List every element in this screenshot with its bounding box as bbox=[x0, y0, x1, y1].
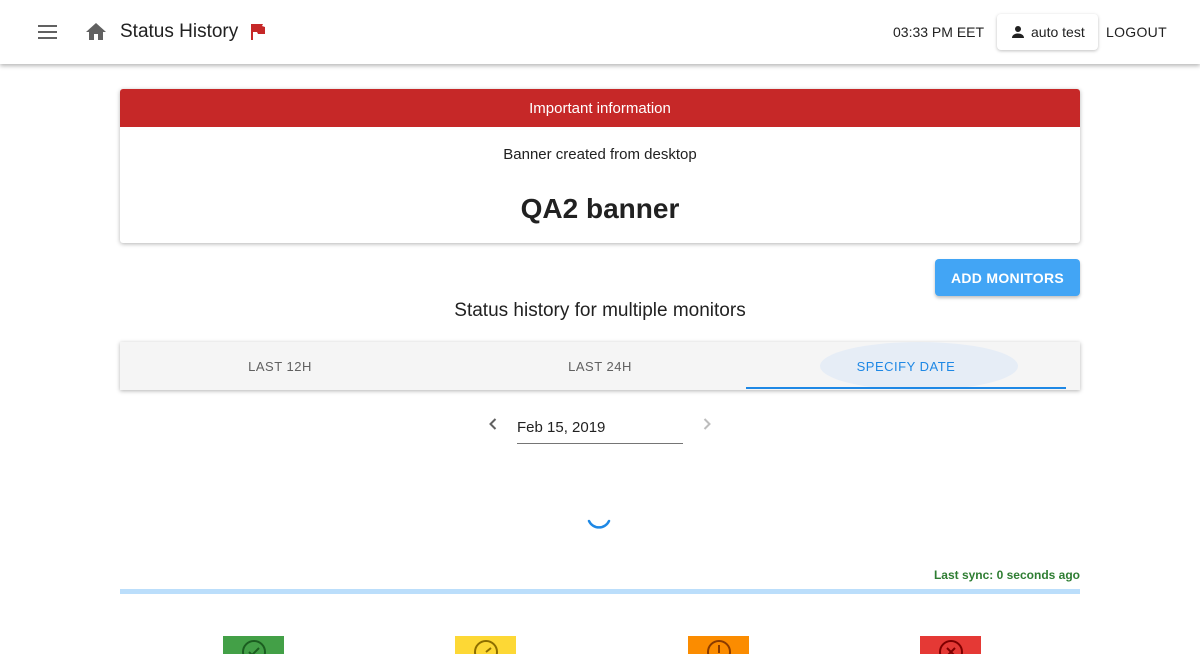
flag-icon[interactable] bbox=[250, 22, 268, 42]
sync-progress-bar bbox=[120, 589, 1080, 594]
status-tile-up[interactable] bbox=[223, 636, 284, 654]
page-title: Status History bbox=[120, 21, 239, 42]
banner-heading: Important information bbox=[120, 89, 1080, 127]
user-name: auto test bbox=[1031, 24, 1085, 40]
status-tile-degraded[interactable] bbox=[455, 636, 516, 654]
close-circle-icon bbox=[939, 640, 963, 654]
person-icon bbox=[1012, 26, 1024, 38]
alert-circle-icon bbox=[707, 640, 731, 654]
loading-spinner-icon bbox=[584, 502, 614, 532]
tab-specify-date[interactable]: SPECIFY DATE bbox=[746, 342, 1066, 390]
banner-message: QA2 banner bbox=[520, 193, 680, 224]
current-time: 03:33 PM EET bbox=[893, 24, 985, 40]
top-app-bar: Status History 03:33 PM EET auto test LO… bbox=[0, 0, 1200, 64]
section-title: Status history for multiple monitors bbox=[454, 300, 746, 321]
check-circle-icon bbox=[242, 640, 266, 654]
add-monitors-button[interactable]: ADD MONITORS bbox=[935, 259, 1080, 296]
tab-last-24h[interactable]: LAST 24H bbox=[440, 342, 760, 390]
logout-button[interactable]: LOGOUT bbox=[1106, 24, 1167, 40]
user-account-button[interactable]: auto test bbox=[997, 14, 1098, 50]
status-tile-warning[interactable] bbox=[688, 636, 749, 654]
info-banner: Important information Banner created fro… bbox=[120, 89, 1080, 243]
status-tile-down[interactable] bbox=[920, 636, 981, 654]
date-input[interactable]: Feb 15, 2019 bbox=[517, 416, 683, 444]
next-date-chevron-right-icon[interactable] bbox=[697, 414, 717, 434]
tab-last-12h[interactable]: LAST 12H bbox=[120, 342, 440, 390]
menu-icon[interactable] bbox=[36, 21, 60, 43]
last-sync-status: Last sync: 0 seconds ago bbox=[933, 568, 1080, 582]
time-range-tabs: LAST 12H LAST 24H SPECIFY DATE bbox=[120, 342, 1080, 390]
banner-subtitle: Banner created from desktop bbox=[503, 146, 697, 163]
active-tab-indicator bbox=[746, 387, 1066, 389]
previous-date-chevron-left-icon[interactable] bbox=[483, 414, 503, 434]
home-icon[interactable] bbox=[84, 20, 108, 44]
speedometer-icon bbox=[474, 640, 498, 654]
